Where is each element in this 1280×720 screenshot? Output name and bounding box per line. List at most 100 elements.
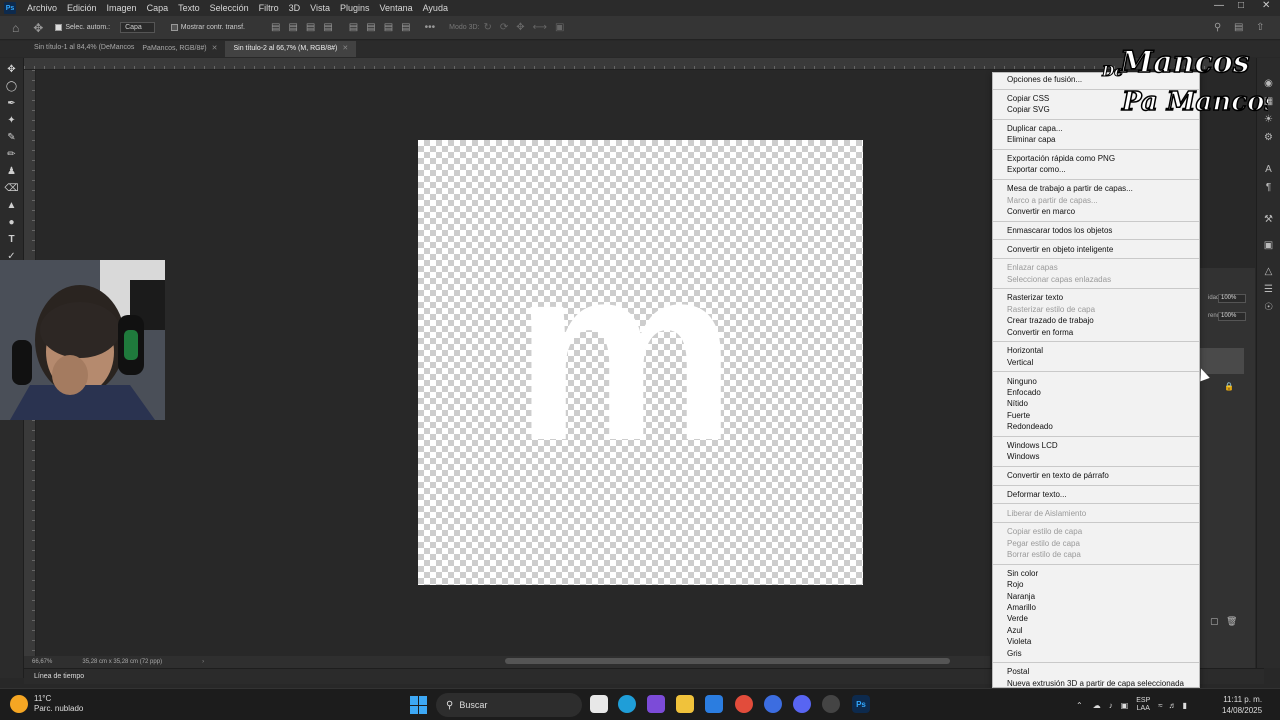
menu-imagen[interactable]: Imagen xyxy=(102,3,142,13)
system-clock[interactable]: 11:11 p. m. 14/08/2025 xyxy=(1222,694,1262,716)
move-tool-icon[interactable]: ✥ xyxy=(33,21,43,35)
menu-archivo[interactable]: Archivo xyxy=(22,3,62,13)
context-menu-item[interactable]: Exportar como... xyxy=(993,164,1199,175)
menu-vista[interactable]: Vista xyxy=(305,3,335,13)
ruler-horizontal[interactable] xyxy=(24,58,1240,70)
character-panel-icon[interactable]: A xyxy=(1265,164,1272,182)
meet-icon[interactable]: ☁ xyxy=(1093,701,1101,710)
edge-icon[interactable] xyxy=(618,695,636,713)
more-options-icon[interactable]: ••• xyxy=(425,22,436,33)
text-layer-m[interactable]: m xyxy=(514,228,736,478)
store-icon[interactable] xyxy=(705,695,723,713)
camera-3d-icon[interactable]: ▣ xyxy=(555,22,564,33)
discord-icon[interactable] xyxy=(793,695,811,713)
eyedropper-tool-icon[interactable]: ✎ xyxy=(4,129,20,146)
type-tool-icon[interactable]: T xyxy=(4,231,20,248)
eraser-tool-icon[interactable]: ⌫ xyxy=(4,180,20,197)
context-menu-item[interactable]: Verde xyxy=(993,613,1199,624)
align-top-icon[interactable]: ▤ xyxy=(349,22,358,33)
copilot-icon[interactable] xyxy=(647,695,665,713)
context-menu-item[interactable]: Ninguno xyxy=(993,376,1199,387)
lasso-tool-icon[interactable]: ✒ xyxy=(4,95,20,112)
tools-panel-icon[interactable]: ⚒ xyxy=(1264,214,1273,232)
volume-icon[interactable]: ♬ xyxy=(1169,701,1177,710)
context-menu-item[interactable]: Windows LCD xyxy=(993,440,1199,451)
distribute-vertical-icon[interactable]: ▤ xyxy=(401,22,410,33)
tray-expand-icon[interactable]: ⌃ xyxy=(1076,701,1083,710)
context-menu-item[interactable]: Postal xyxy=(993,666,1199,677)
search-icon[interactable]: ⚲ xyxy=(1214,22,1221,33)
context-menu-item[interactable]: Rojo xyxy=(993,579,1199,590)
delete-layer-icon[interactable]: 🗑 xyxy=(1226,616,1237,627)
context-menu-item[interactable]: Naranja xyxy=(993,591,1199,602)
microphone-icon[interactable]: ♪ xyxy=(1109,701,1113,710)
context-menu-item[interactable]: Violeta xyxy=(993,636,1199,647)
align-middle-icon[interactable]: ▤ xyxy=(366,22,375,33)
wifi-icon[interactable]: ≈ xyxy=(1158,701,1162,710)
context-menu-item[interactable]: Duplicar capa... xyxy=(993,123,1199,134)
properties-panel-icon[interactable]: ⚙ xyxy=(1264,132,1273,150)
taskbar-search[interactable]: ⚲ Buscar xyxy=(436,693,582,717)
new-layer-icon[interactable]: ▢ xyxy=(1210,616,1219,627)
move-tool-icon[interactable]: ✥ xyxy=(4,61,20,78)
paragraph-panel-icon[interactable]: ¶ xyxy=(1266,182,1271,200)
opacity-field[interactable]: 100% xyxy=(1218,294,1246,303)
task-view-icon[interactable] xyxy=(590,695,608,713)
start-button[interactable] xyxy=(410,696,428,714)
slide-3d-icon[interactable]: ⟷ xyxy=(533,22,547,33)
context-menu-item[interactable]: Fuerte xyxy=(993,410,1199,421)
close-icon[interactable]: ✕ xyxy=(1262,0,1270,11)
context-menu-item[interactable]: Redondeado xyxy=(993,421,1199,432)
dodge-tool-icon[interactable]: ● xyxy=(4,214,20,231)
menu-ayuda[interactable]: Ayuda xyxy=(418,3,453,13)
context-menu-item[interactable]: Horizontal xyxy=(993,345,1199,356)
obs-icon[interactable] xyxy=(822,695,840,713)
context-menu-item[interactable]: Windows xyxy=(993,451,1199,462)
context-menu-item[interactable]: Azul xyxy=(993,625,1199,636)
context-menu-item[interactable]: Deformar texto... xyxy=(993,489,1199,500)
align-right-icon[interactable]: ▤ xyxy=(306,22,315,33)
stamp-tool-icon[interactable]: ♟ xyxy=(4,163,20,180)
battery-icon[interactable]: ▮ xyxy=(1183,701,1187,710)
context-menu-item[interactable]: Enfocado xyxy=(993,387,1199,398)
status-expand-icon[interactable]: › xyxy=(202,659,204,665)
horizontal-scrollbar[interactable] xyxy=(505,658,950,664)
maximize-icon[interactable]: □ xyxy=(1238,0,1244,11)
context-menu-item[interactable]: Mesa de trabajo a partir de capas... xyxy=(993,183,1199,194)
menu-ventana[interactable]: Ventana xyxy=(375,3,418,13)
chrome-icon[interactable] xyxy=(735,695,753,713)
tab-document-3[interactable]: Sin título-2 al 66,7% (M, RGB/8#) ✕ xyxy=(225,41,357,57)
align-bottom-icon[interactable]: ▤ xyxy=(384,22,393,33)
menu-capa[interactable]: Capa xyxy=(142,3,174,13)
weather-widget[interactable]: 11°C Parc. nublado xyxy=(10,694,83,714)
context-menu-item[interactable]: Vertical xyxy=(993,357,1199,368)
gradient-tool-icon[interactable]: ▲ xyxy=(4,197,20,214)
context-menu-item[interactable]: Convertir en forma xyxy=(993,327,1199,338)
timeline-label[interactable]: Línea de tiempo xyxy=(34,673,84,680)
menu-3d[interactable]: 3D xyxy=(284,3,306,13)
fill-field[interactable]: 100% xyxy=(1218,312,1246,321)
tab-close-icon[interactable]: ✕ xyxy=(212,45,218,52)
menu-filtro[interactable]: Filtro xyxy=(254,3,284,13)
tab-document-2[interactable]: PaMancos, RGB/8#) ✕ xyxy=(142,41,225,57)
app-tray-icon[interactable]: ▣ xyxy=(1121,701,1129,710)
align-center-icon[interactable]: ▤ xyxy=(288,22,297,33)
menu-seleccion[interactable]: Selección xyxy=(205,3,254,13)
orbit-3d-icon[interactable]: ↻ xyxy=(483,22,491,33)
marquee-tool-icon[interactable]: ◯ xyxy=(4,78,20,95)
lock-icon[interactable]: 🔒 xyxy=(1224,382,1234,391)
tab-document-1[interactable]: Sin título-1 al 84,4% (DeMancos xyxy=(0,41,142,57)
document-canvas[interactable]: m xyxy=(418,140,863,585)
context-menu-item[interactable]: Rasterizar texto xyxy=(993,292,1199,303)
libraries-panel-icon[interactable]: ▣ xyxy=(1264,240,1273,258)
auto-select-dropdown[interactable]: Capa xyxy=(120,22,155,33)
minimize-icon[interactable]: — xyxy=(1214,0,1224,11)
context-menu-item[interactable]: Exportación rápida como PNG xyxy=(993,153,1199,164)
menu-plugins[interactable]: Plugins xyxy=(335,3,375,13)
context-menu-item[interactable]: Amarillo xyxy=(993,602,1199,613)
tab-close-icon[interactable]: ✕ xyxy=(342,45,348,52)
align-left-icon[interactable]: ▤ xyxy=(271,22,280,33)
channels-panel-icon[interactable]: ☉ xyxy=(1264,302,1273,320)
distribute-icon[interactable]: ▤ xyxy=(323,22,332,33)
context-menu-item[interactable]: Convertir en marco xyxy=(993,206,1199,217)
